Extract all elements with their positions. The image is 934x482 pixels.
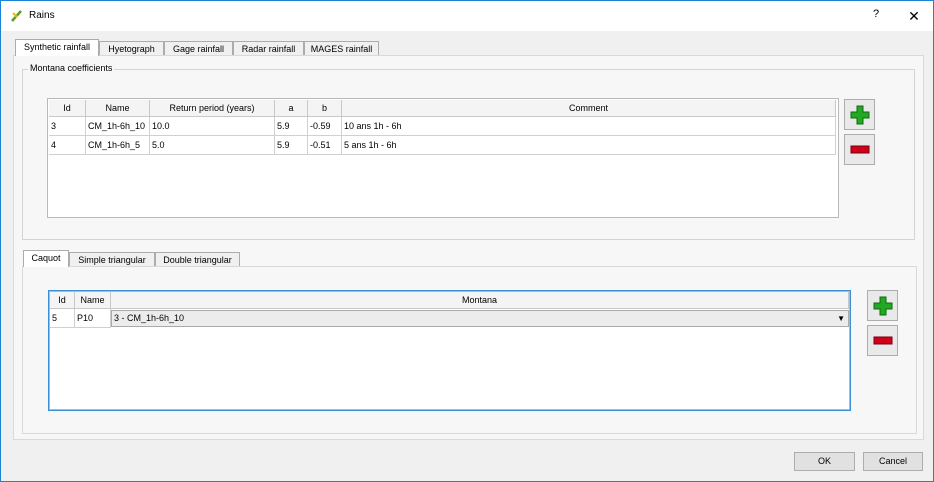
table-cell[interactable]: 5 ans 1h - 6h <box>342 136 836 155</box>
table-cell[interactable]: 5.9 <box>275 136 308 155</box>
help-button[interactable]: ? <box>867 8 885 24</box>
column-header-name[interactable]: Name <box>75 292 111 309</box>
synthetic-rainfall-panel: Montana coefficients Id Name Return peri… <box>13 55 924 440</box>
tab-double-triangular[interactable]: Double triangular <box>155 252 240 267</box>
column-header-montana[interactable]: Montana <box>111 292 849 309</box>
montana-select[interactable]: 3 - CM_1h-6h_10 ▼ <box>111 310 849 327</box>
plus-icon <box>850 105 870 125</box>
table-cell[interactable]: 4 <box>49 136 86 155</box>
plus-icon <box>873 296 893 316</box>
column-header-comment[interactable]: Comment <box>342 100 836 117</box>
chevron-down-icon: ▼ <box>837 314 845 323</box>
column-header-return-period[interactable]: Return period (years) <box>150 100 275 117</box>
tab-hyetograph[interactable]: Hyetograph <box>99 41 164 56</box>
minus-icon <box>850 145 870 154</box>
rains-dialog: Rains ? ✕ Synthetic rainfall Hyetograph … <box>0 0 934 482</box>
tab-radar-rainfall[interactable]: Radar rainfall <box>233 41 304 56</box>
window-title: Rains <box>29 10 55 21</box>
column-header-id[interactable]: Id <box>49 100 86 117</box>
ok-button[interactable]: OK <box>794 452 855 471</box>
table-cell[interactable]: -0.51 <box>308 136 342 155</box>
remove-caquot-button[interactable] <box>867 325 898 356</box>
cancel-button[interactable]: Cancel <box>863 452 923 471</box>
title-bar: Rains ? ✕ <box>1 1 933 31</box>
table-cell[interactable]: P10 <box>75 309 111 328</box>
add-caquot-button[interactable] <box>867 290 898 321</box>
table-cell[interactable]: CM_1h-6h_5 <box>86 136 150 155</box>
add-montana-button[interactable] <box>844 99 875 130</box>
caquot-panel: Id Name Montana 5 P10 3 - CM_1h-6h_10 ▼ <box>22 266 917 434</box>
montana-table[interactable]: Id Name Return period (years) a b Commen… <box>47 98 839 218</box>
table-cell[interactable]: 5 <box>50 309 75 328</box>
close-icon[interactable]: ✕ <box>904 7 924 25</box>
table-cell[interactable]: 10.0 <box>150 117 275 136</box>
tab-mages-rainfall[interactable]: MAGES rainfall <box>304 41 379 56</box>
table-cell[interactable]: CM_1h-6h_10 <box>86 117 150 136</box>
column-header-a[interactable]: a <box>275 100 308 117</box>
table-cell[interactable]: 5.9 <box>275 117 308 136</box>
table-cell[interactable]: 10 ans 1h - 6h <box>342 117 836 136</box>
column-header-name[interactable]: Name <box>86 100 150 117</box>
tab-simple-triangular[interactable]: Simple triangular <box>69 252 155 267</box>
remove-montana-button[interactable] <box>844 134 875 165</box>
qgis-icon <box>11 10 22 22</box>
tab-synthetic-rainfall[interactable]: Synthetic rainfall <box>15 39 99 56</box>
column-header-b[interactable]: b <box>308 100 342 117</box>
tab-caquot[interactable]: Caquot <box>23 250 69 267</box>
column-header-id[interactable]: Id <box>50 292 75 309</box>
table-cell[interactable]: 5.0 <box>150 136 275 155</box>
minus-icon <box>873 336 893 345</box>
table-cell[interactable]: 3 <box>49 117 86 136</box>
table-cell[interactable]: -0.59 <box>308 117 342 136</box>
montana-group-title: Montana coefficients <box>28 63 115 73</box>
tab-gage-rainfall[interactable]: Gage rainfall <box>164 41 233 56</box>
caquot-table[interactable]: Id Name Montana 5 P10 3 - CM_1h-6h_10 ▼ <box>48 290 851 411</box>
montana-select-value: 3 - CM_1h-6h_10 <box>114 313 185 323</box>
